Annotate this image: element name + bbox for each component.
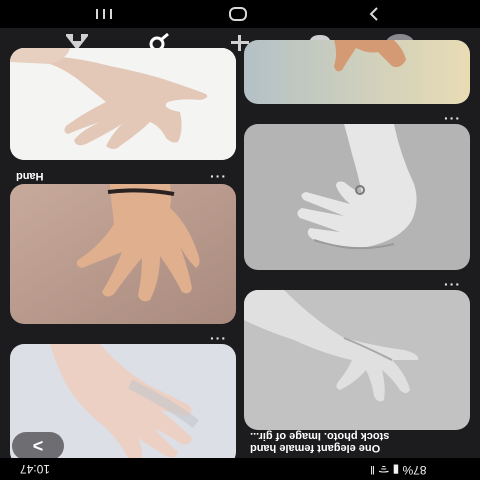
pin-hand-bracelet[interactable]: [10, 184, 236, 324]
pin-caption: Hand: [16, 170, 44, 182]
pin-hand-gradient[interactable]: [244, 40, 470, 104]
more-options-icon[interactable]: ···: [444, 111, 461, 125]
recents-icon[interactable]: [90, 4, 118, 24]
more-options-icon[interactable]: ···: [444, 277, 461, 291]
pin-caption-line-1: One elegant female hand: [250, 442, 381, 454]
back-chevron-icon[interactable]: [360, 4, 388, 24]
status-bar: 10:47 87% ▮ ᯤ ǁ: [0, 458, 480, 480]
pin-caption-line-2: stock photo. Image of gir...: [250, 430, 390, 442]
home-circle-icon[interactable]: [224, 4, 252, 24]
pin-hand-white[interactable]: [10, 48, 236, 160]
pin-hand-elegant[interactable]: [244, 290, 470, 430]
back-button[interactable]: <: [12, 432, 64, 460]
back-arrow-icon: <: [32, 435, 44, 456]
pin-hand-grayscale[interactable]: [244, 124, 470, 270]
app-screen: Hand ··· ··· ··· ··· One elegant female …: [0, 0, 480, 480]
status-indicators: 87% ▮ ᯤ ǁ: [370, 463, 427, 477]
system-navigation-bar: [0, 0, 480, 28]
more-options-icon[interactable]: ···: [210, 169, 227, 183]
status-time: 10:47: [20, 462, 51, 476]
more-options-icon[interactable]: ···: [210, 331, 227, 345]
